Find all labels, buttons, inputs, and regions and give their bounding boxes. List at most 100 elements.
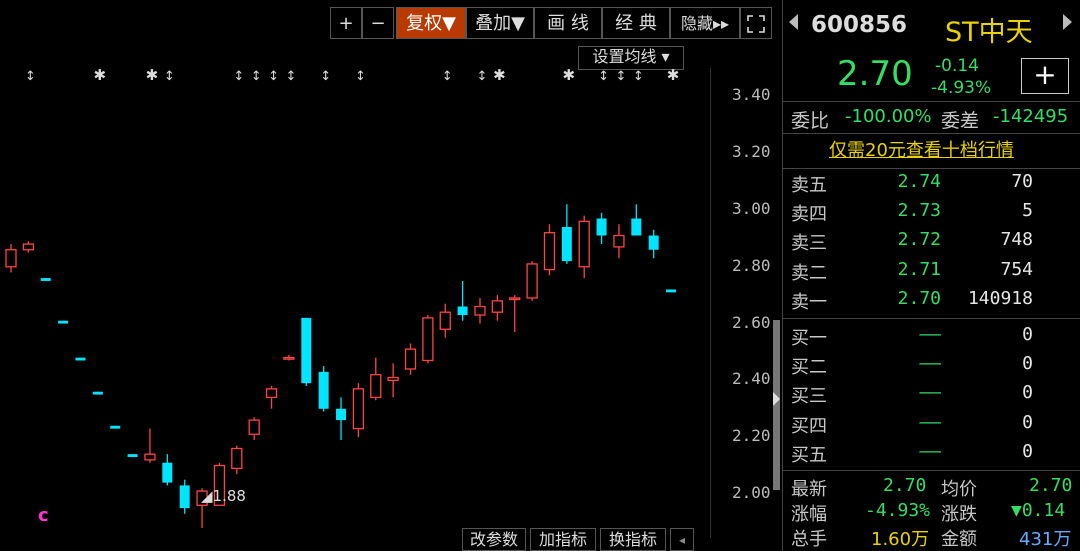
- prev-stock-arrow-icon[interactable]: [789, 14, 798, 30]
- bid-row[interactable]: 买三 —— 0: [791, 382, 1073, 410]
- candle-body: [265, 388, 278, 399]
- candle-body: [40, 278, 51, 281]
- event-star-marker: ✱: [667, 66, 680, 84]
- candle: [40, 278, 51, 281]
- amount-label: 金额: [941, 529, 977, 550]
- event-marker[interactable]: c: [38, 505, 49, 526]
- latest-value: 2.70: [883, 475, 927, 496]
- candle-body: [404, 348, 417, 370]
- level-volume: 0: [1022, 440, 1033, 462]
- weibi-label: 委比: [791, 110, 830, 132]
- bid-row[interactable]: 买二 —— 0: [791, 353, 1073, 381]
- candle-body: [231, 447, 243, 470]
- candle-body: [526, 263, 538, 299]
- candle: [631, 204, 642, 236]
- candle-body: [578, 220, 590, 268]
- level-price: ——: [919, 353, 941, 375]
- collapse-panel-arrow-icon[interactable]: [773, 392, 780, 406]
- candle-body: [666, 289, 677, 293]
- ask-row[interactable]: 卖五 2.74 70: [791, 171, 1073, 199]
- switch-indicator-button[interactable]: 换指标: [600, 528, 666, 551]
- level-volume: 0: [1022, 353, 1033, 375]
- event-arrow-marker: ↕: [442, 69, 453, 84]
- candle: [543, 224, 556, 276]
- candle-body: [352, 388, 365, 430]
- candle-body: [596, 218, 607, 236]
- candle: [58, 320, 69, 324]
- divider: [783, 101, 1080, 102]
- kline-chart-area[interactable]: + − 复权▼ 叠加▼ 画 线 经 典 隐藏▸▸ 设置均线 ▾ 3.40 3.20…: [0, 0, 780, 551]
- candle: [179, 479, 190, 514]
- level-price: 2.70: [897, 287, 941, 309]
- candle: [387, 363, 399, 398]
- candle: [144, 428, 156, 463]
- ask-row[interactable]: 卖三 2.72 748: [791, 229, 1073, 257]
- change-label: 涨跌: [941, 504, 977, 525]
- candle: [22, 241, 35, 253]
- change-pct-value: -4.93%: [865, 500, 931, 521]
- candle: [318, 366, 329, 412]
- candle-body: [387, 376, 399, 381]
- level-price: 2.73: [897, 200, 941, 222]
- event-arrow-marker: ↕: [615, 69, 626, 84]
- candle: [526, 261, 538, 301]
- event-arrow-marker: ↕: [233, 69, 244, 84]
- ask-row[interactable]: 卖四 2.73 5: [791, 200, 1073, 228]
- y-tick-label: 3.00: [732, 198, 771, 218]
- add-indicator-button[interactable]: 加指标: [530, 528, 596, 551]
- candle: [127, 454, 138, 458]
- change-pct-label: 涨幅: [791, 504, 827, 525]
- level-price: ——: [919, 440, 941, 462]
- candle: [422, 315, 434, 364]
- ask-row[interactable]: 卖二 2.71 754: [791, 259, 1073, 287]
- event-arrow-marker: ↕: [268, 69, 279, 84]
- level2-promo-link[interactable]: 仅需20元查看十档行情: [829, 136, 1014, 162]
- event-star-marker: ✱: [146, 66, 159, 84]
- candle-body: [561, 227, 572, 262]
- candle: [370, 357, 382, 401]
- stock-code: 600856: [811, 12, 908, 38]
- level-label: 卖二: [791, 262, 827, 284]
- latest-label: 最新: [791, 479, 827, 500]
- price-change-pct: -4.93%: [931, 78, 992, 98]
- y-tick-label: 3.20: [732, 142, 771, 162]
- level-label: 买二: [791, 357, 827, 379]
- ask-row[interactable]: 卖一 2.70 140918: [791, 288, 1073, 316]
- candle-body: [318, 371, 329, 409]
- bid-row[interactable]: 买五 —— 0: [791, 441, 1073, 469]
- event-arrow-marker: ↕: [285, 69, 296, 84]
- low-price-label: ◢1.88: [201, 487, 246, 505]
- next-stock-arrow-icon[interactable]: [1063, 14, 1072, 30]
- change-params-button[interactable]: 改参数: [462, 528, 526, 551]
- candle-body: [422, 317, 434, 362]
- divider: [783, 470, 1080, 471]
- scroll-left-button[interactable]: ◂: [670, 528, 694, 551]
- level-volume: 0: [1022, 411, 1033, 433]
- level-volume: 754: [1000, 258, 1033, 280]
- candle: [613, 224, 625, 259]
- weicha-value: -142495: [993, 106, 1069, 127]
- level-price: ——: [919, 411, 941, 433]
- candle-body: [283, 356, 295, 360]
- candle-body: [631, 218, 642, 236]
- event-arrow-marker: ↕: [320, 69, 331, 84]
- candle: [265, 386, 278, 409]
- candle-body: [301, 317, 312, 384]
- candle: [457, 280, 468, 321]
- candle: [5, 244, 17, 273]
- y-tick-label: 2.40: [732, 369, 771, 389]
- add-watchlist-button[interactable]: +: [1021, 58, 1069, 94]
- candle: [162, 454, 173, 486]
- event-arrow-marker: ↕: [251, 69, 262, 84]
- event-arrow-marker: ↕: [477, 69, 488, 84]
- expand-icon[interactable]: [740, 7, 772, 39]
- bid-row[interactable]: 买一 —— 0: [791, 324, 1073, 352]
- volume-value: 1.60万: [871, 529, 930, 550]
- fullscreen-icon: [747, 15, 765, 33]
- candle-body: [92, 391, 103, 395]
- event-arrow-marker: ↕: [598, 69, 609, 84]
- candle-body: [509, 297, 521, 301]
- bid-row[interactable]: 买四 —— 0: [791, 412, 1073, 440]
- candle-body: [439, 311, 451, 330]
- candle-body: [179, 485, 190, 509]
